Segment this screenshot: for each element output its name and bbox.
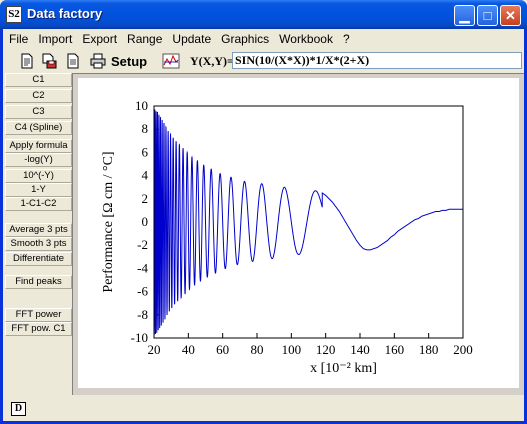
export-icon[interactable]: [65, 53, 81, 69]
graph-icon[interactable]: [162, 53, 180, 69]
one-minus-c1-c2-button[interactable]: 1-C1-C2: [5, 197, 72, 211]
find-peaks-button[interactable]: Find peaks: [5, 275, 72, 289]
y-tick-label: 6: [142, 144, 149, 159]
y-tick-label: -2: [137, 237, 148, 252]
y-tick-label: 8: [142, 121, 149, 136]
y-tick-label: -10: [131, 330, 148, 345]
menu-export[interactable]: Export: [77, 29, 122, 49]
app-window: S2 Data factory ▁ □ ✕ File Import Export…: [0, 0, 527, 424]
x-tick-label: 180: [419, 342, 439, 357]
chart[interactable]: -10 -8 -6 -4 -2 0 2 4 6 8 10 20 40 60 80 100 120 140 160 1…: [78, 78, 519, 388]
neg-log-button[interactable]: -log(Y): [5, 153, 72, 167]
print-icon[interactable]: [90, 53, 106, 69]
pow10-button[interactable]: 10^(-Y): [5, 169, 72, 183]
minimize-icon: ▁: [459, 8, 470, 23]
menu-help[interactable]: ?: [338, 29, 355, 49]
status-bar: D: [3, 398, 524, 421]
y-tick-label: -8: [137, 307, 148, 322]
y-tick-label: 4: [142, 168, 149, 183]
save-icon[interactable]: [41, 53, 57, 69]
window-title: Data factory: [27, 6, 103, 21]
fft-power-button[interactable]: FFT power: [5, 308, 72, 322]
apply-formula-button[interactable]: Apply formula: [5, 139, 72, 153]
maximize-icon: □: [483, 8, 492, 23]
average-3-pts-button[interactable]: Average 3 pts: [5, 223, 72, 237]
y-tick-label: 0: [142, 214, 149, 229]
y-tick-label: 2: [142, 191, 149, 206]
plot-canvas: -10 -8 -6 -4 -2 0 2 4 6 8 10 20 40 60 80 100 120 140 160 1…: [78, 78, 519, 388]
one-minus-y-button[interactable]: 1-Y: [5, 183, 72, 197]
menu-file[interactable]: File: [3, 29, 33, 49]
x-tick-label: 120: [316, 342, 336, 357]
close-button[interactable]: ✕: [500, 5, 521, 26]
x-tick-label: 160: [385, 342, 405, 357]
toolbar: Setup Y(X,Y)= SIN(10/(X*X))*1/X*(2+X): [3, 50, 524, 72]
menu-update[interactable]: Update: [167, 29, 216, 49]
y-tick-label: -6: [137, 284, 148, 299]
plot-box: [153, 105, 464, 339]
formula-label: Y(X,Y)=: [190, 54, 234, 68]
x-tick-label: 20: [148, 342, 161, 357]
menu-workbook[interactable]: Workbook: [274, 29, 338, 49]
series-line: [153, 109, 463, 335]
status-icon[interactable]: D: [11, 402, 26, 416]
x-tick-label: 200: [453, 342, 473, 357]
title-bar[interactable]: S2 Data factory ▁ □ ✕: [0, 0, 527, 29]
x-tick-label: 60: [216, 342, 229, 357]
setup-button[interactable]: Setup: [111, 54, 147, 69]
maximize-button[interactable]: □: [477, 5, 498, 26]
x-tick-label: 40: [182, 342, 195, 357]
x-tick-label: 80: [251, 342, 264, 357]
differentiate-button[interactable]: Differentiate: [5, 252, 72, 266]
c4-spline-button[interactable]: C4 (Spline): [5, 121, 72, 135]
menu-graphics[interactable]: Graphics: [216, 29, 274, 49]
c1-button[interactable]: C1: [5, 73, 72, 87]
formula-input[interactable]: SIN(10/(X*X))*1/X*(2+X): [232, 52, 522, 69]
x-tick-label: 140: [350, 342, 370, 357]
smooth-3-pts-button[interactable]: Smooth 3 pts: [5, 237, 72, 251]
c3-button[interactable]: C3: [5, 105, 72, 119]
plot-area: -10 -8 -6 -4 -2 0 2 4 6 8 10 20 40 60 80 100 120 140 160 1…: [72, 73, 524, 395]
c2-button[interactable]: C2: [5, 89, 72, 103]
minimize-button[interactable]: ▁: [454, 5, 475, 26]
y-tick-label: 10: [135, 98, 148, 113]
app-icon[interactable]: S2: [6, 6, 22, 23]
y-tick-label: -4: [137, 260, 148, 275]
menu-bar: File Import Export Range Update Graphics…: [3, 29, 524, 49]
close-icon: ✕: [505, 8, 516, 23]
x-axis-label: x [10⁻² km]: [310, 361, 377, 376]
y-axis-label: Performance [Ω cm / °C]: [101, 151, 116, 292]
fft-pow-c1-button[interactable]: FFT pow. C1: [5, 322, 72, 336]
menu-range[interactable]: Range: [122, 29, 167, 49]
new-document-icon[interactable]: [19, 53, 35, 69]
menu-import[interactable]: Import: [33, 29, 77, 49]
x-tick-label: 100: [282, 342, 302, 357]
